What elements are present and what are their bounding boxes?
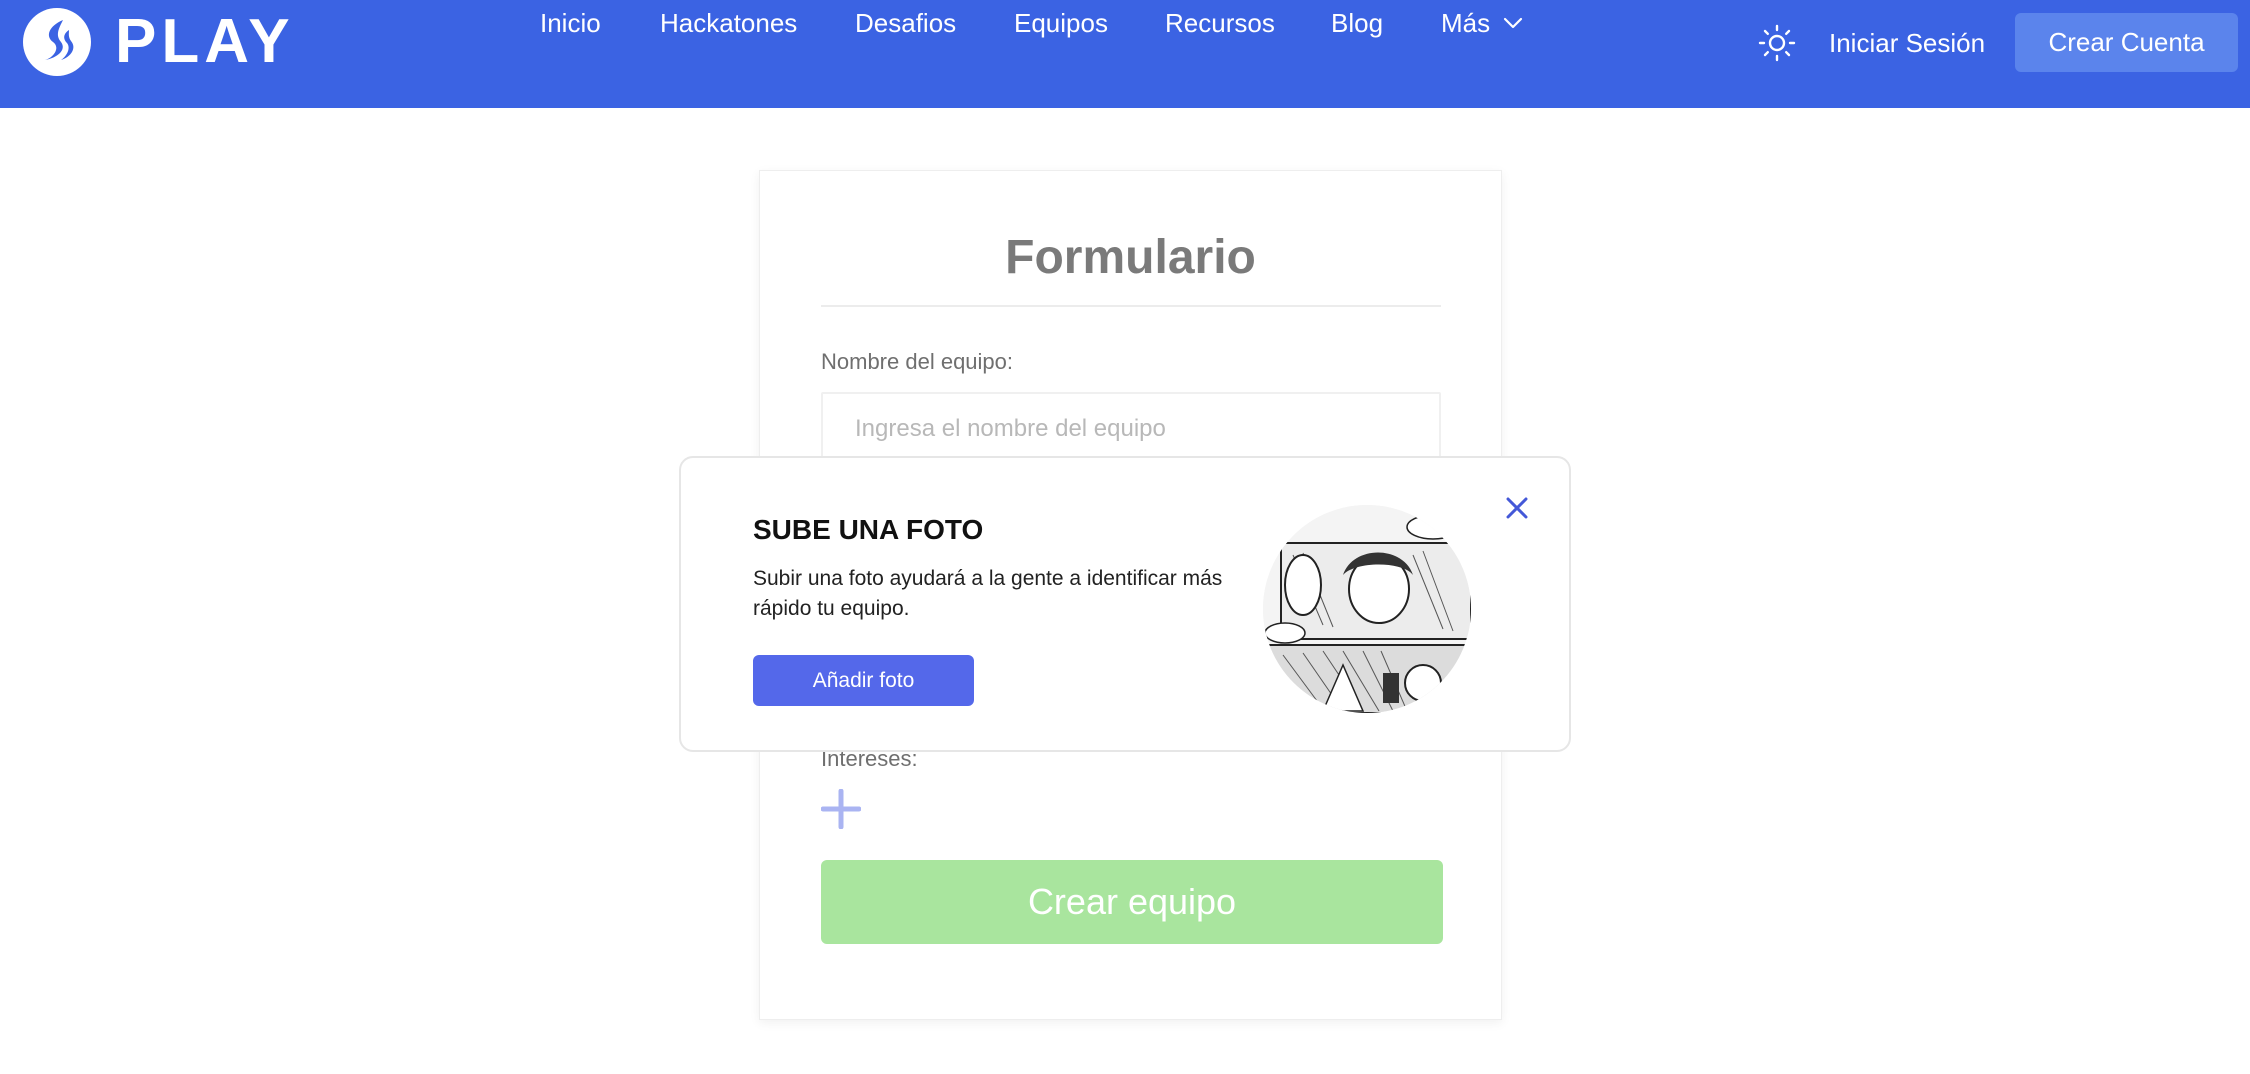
- login-link[interactable]: Iniciar Sesión: [1829, 20, 1985, 66]
- nav-item-hackatones[interactable]: Hackatones: [660, 0, 797, 46]
- close-icon[interactable]: [1502, 493, 1532, 523]
- top-navbar: PLAY Inicio Hackatones Desafios Equipos …: [0, 0, 2250, 108]
- manga-panel-illustration: [1263, 505, 1471, 713]
- nav-item-recursos[interactable]: Recursos: [1165, 0, 1275, 46]
- chevron-down-icon[interactable]: [1503, 0, 1523, 46]
- team-name-label: Nombre del equipo:: [821, 349, 1014, 374]
- brand-logo[interactable]: PLAY: [23, 8, 295, 76]
- add-photo-button[interactable]: Añadir foto: [753, 655, 974, 706]
- popup-title: SUBE UNA FOTO: [753, 514, 984, 545]
- create-team-button[interactable]: Crear equipo: [821, 860, 1443, 944]
- popup-description: Subir una foto ayudará a la gente a iden…: [753, 567, 1223, 620]
- nav-item-inicio[interactable]: Inicio: [540, 0, 601, 46]
- brand-name: PLAY: [115, 7, 295, 76]
- play-flame-logo-icon: [23, 8, 91, 76]
- form-title: Formulario: [1005, 231, 1256, 284]
- title-divider: [821, 305, 1441, 307]
- plus-icon[interactable]: [820, 788, 862, 830]
- nav-item-equipos[interactable]: Equipos: [1014, 0, 1108, 46]
- nav-item-desafios[interactable]: Desafios: [855, 0, 956, 46]
- upload-photo-popup: SUBE UNA FOTO Subir una foto ayudará a l…: [679, 456, 1571, 752]
- nav-item-blog[interactable]: Blog: [1331, 0, 1383, 46]
- sun-icon[interactable]: [1758, 24, 1796, 62]
- team-name-input[interactable]: [821, 392, 1441, 466]
- nav-item-mas[interactable]: Más: [1441, 0, 1490, 46]
- signup-button[interactable]: Crear Cuenta: [2015, 13, 2238, 72]
